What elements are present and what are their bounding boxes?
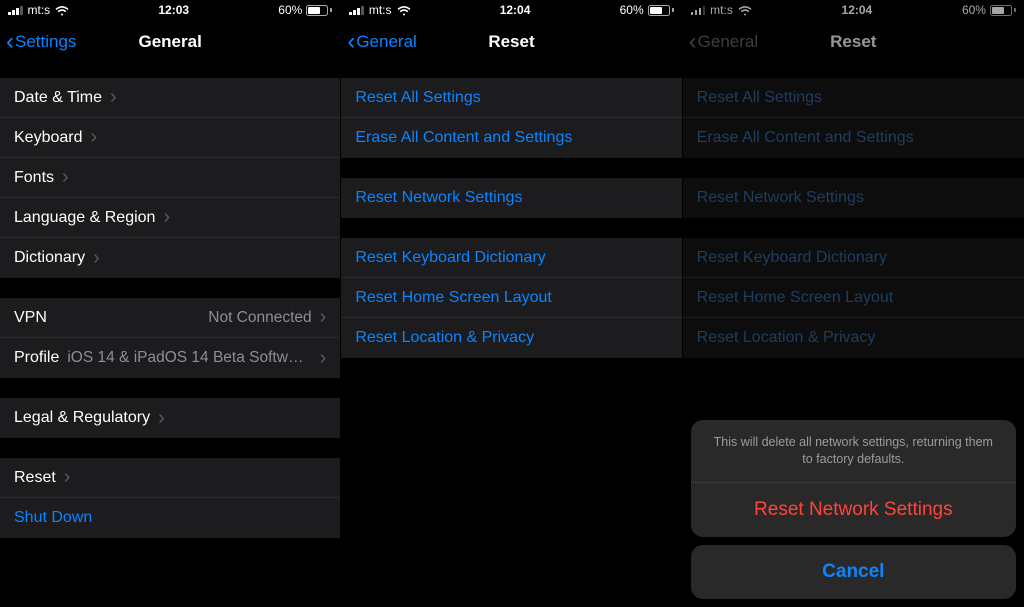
chevron-right-icon: › [64, 466, 71, 489]
page-title: Reset [488, 32, 534, 52]
reset-list: Reset All Settings Erase All Content and … [341, 64, 681, 607]
row-label: Reset Location & Privacy [355, 329, 534, 347]
chevron-right-icon: › [163, 206, 170, 229]
row-label: Reset Keyboard Dictionary [355, 249, 545, 267]
chevron-left-icon: ‹ [347, 30, 355, 54]
row-label: Erase All Content and Settings [355, 129, 572, 147]
row-value: Not Connected [47, 309, 312, 327]
carrier-label: mt:s [28, 3, 51, 17]
row-label: Fonts [14, 169, 54, 187]
reset-network-confirm-button[interactable]: Reset Network Settings [691, 483, 1016, 537]
signal-icon [8, 5, 23, 15]
chevron-right-icon: › [320, 306, 327, 329]
row-label: Reset Network Settings [355, 189, 522, 207]
row-label: VPN [14, 309, 47, 327]
screen-general: mt:s 12:03 60% ‹ Settings General Date &… [0, 0, 341, 607]
row-label: Shut Down [14, 509, 92, 527]
battery-percent: 60% [620, 3, 644, 17]
row-label: Reset All Settings [355, 89, 480, 107]
cancel-button[interactable]: Cancel [691, 545, 1016, 599]
row-label: Date & Time [14, 89, 102, 107]
wifi-icon [397, 5, 411, 15]
screen-reset-confirm: mt:s 12:04 60% ‹ General Reset Reset All… [683, 0, 1024, 607]
chevron-left-icon: ‹ [6, 30, 14, 54]
clock: 12:03 [158, 3, 189, 17]
action-sheet-group: This will delete all network settings, r… [691, 420, 1016, 537]
chevron-right-icon: › [91, 126, 98, 149]
row-label: Legal & Regulatory [14, 409, 150, 427]
table-row[interactable]: Reset All Settings [341, 78, 681, 118]
row-label: Keyboard [14, 129, 83, 147]
row-value: iOS 14 & iPadOS 14 Beta Softwar... [59, 349, 311, 367]
chevron-right-icon: › [158, 407, 165, 430]
table-row[interactable]: Dictionary › [0, 238, 340, 278]
chevron-right-icon: › [320, 347, 327, 370]
status-bar: mt:s 12:03 60% [0, 0, 340, 20]
back-button[interactable]: ‹ Settings [6, 20, 76, 64]
table-row[interactable]: VPNNot Connected › [0, 298, 340, 338]
row-label: Reset [14, 469, 56, 487]
battery-icon [306, 5, 332, 16]
table-row[interactable]: Reset Network Settings [341, 178, 681, 218]
table-row[interactable]: Reset Location & Privacy [341, 318, 681, 358]
page-title: General [139, 32, 202, 52]
table-row[interactable]: Legal & Regulatory › [0, 398, 340, 438]
wifi-icon [55, 5, 69, 15]
back-label: General [356, 32, 416, 52]
table-row[interactable]: Keyboard › [0, 118, 340, 158]
table-row[interactable]: ProfileiOS 14 & iPadOS 14 Beta Softwar..… [0, 338, 340, 378]
row-label: Language & Region [14, 209, 155, 227]
table-row[interactable]: Language & Region › [0, 198, 340, 238]
table-row[interactable]: Reset › [0, 458, 340, 498]
chevron-right-icon: › [62, 166, 69, 189]
chevron-right-icon: › [110, 86, 117, 109]
battery-percent: 60% [278, 3, 302, 17]
table-row[interactable]: Erase All Content and Settings [341, 118, 681, 158]
table-row[interactable]: Date & Time › [0, 78, 340, 118]
carrier-label: mt:s [369, 3, 392, 17]
table-row[interactable]: Fonts › [0, 158, 340, 198]
back-label: Settings [15, 32, 76, 52]
table-row[interactable]: Reset Keyboard Dictionary [341, 238, 681, 278]
back-button[interactable]: ‹ General [347, 20, 416, 64]
table-row[interactable]: Reset Home Screen Layout [341, 278, 681, 318]
clock: 12:04 [500, 3, 531, 17]
settings-list: Date & Time›Keyboard›Fonts›Language & Re… [0, 64, 340, 607]
chevron-right-icon: › [93, 247, 100, 270]
row-label: Dictionary [14, 249, 85, 267]
nav-bar: ‹ Settings General [0, 20, 340, 64]
action-sheet: This will delete all network settings, r… [691, 420, 1016, 599]
nav-bar: ‹ General Reset [341, 20, 681, 64]
row-label: Profile [14, 349, 59, 367]
status-bar: mt:s 12:04 60% [341, 0, 681, 20]
screen-reset: mt:s 12:04 60% ‹ General Reset Reset All… [341, 0, 682, 607]
table-row[interactable]: Shut Down [0, 498, 340, 538]
action-sheet-message: This will delete all network settings, r… [691, 420, 1016, 483]
action-sheet-cancel-group: Cancel [691, 545, 1016, 599]
battery-icon [648, 5, 674, 16]
row-label: Reset Home Screen Layout [355, 289, 552, 307]
signal-icon [349, 5, 364, 15]
